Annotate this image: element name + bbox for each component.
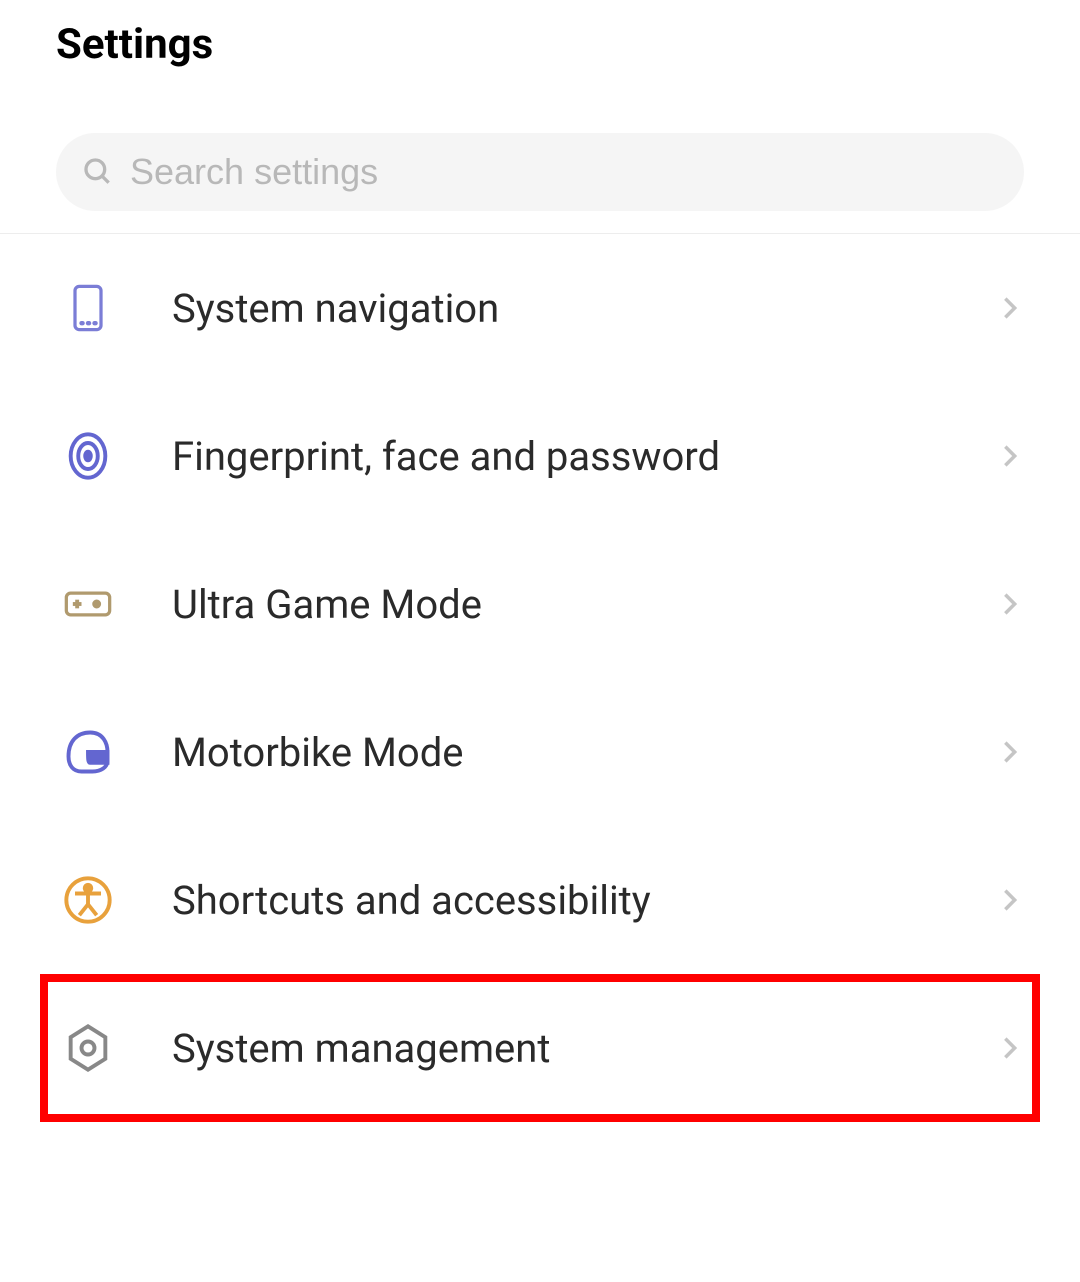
- chevron-right-icon: [996, 442, 1024, 470]
- settings-item-label: Fingerprint, face and password: [172, 433, 938, 480]
- fingerprint-icon: [62, 430, 114, 482]
- settings-item-label: System management: [172, 1025, 938, 1072]
- page-title: Settings: [56, 20, 1024, 69]
- search-icon: [82, 156, 114, 188]
- settings-item-accessibility[interactable]: Shortcuts and accessibility: [0, 826, 1080, 974]
- settings-item-system-management[interactable]: System management: [40, 974, 1040, 1122]
- settings-item-label: Ultra Game Mode: [172, 581, 938, 628]
- gamepad-icon: [62, 578, 114, 630]
- gear-hexagon-icon: [62, 1022, 114, 1074]
- settings-item-motorbike-mode[interactable]: Motorbike Mode: [0, 678, 1080, 826]
- search-input[interactable]: [130, 151, 998, 193]
- chevron-right-icon: [996, 590, 1024, 618]
- header: Settings: [0, 0, 1080, 99]
- accessibility-icon: [62, 874, 114, 926]
- phone-icon: [62, 282, 114, 334]
- chevron-right-icon: [996, 1034, 1024, 1062]
- helmet-icon: [62, 726, 114, 778]
- settings-item-ultra-game-mode[interactable]: Ultra Game Mode: [0, 530, 1080, 678]
- search-container: [0, 99, 1080, 211]
- settings-item-label: Motorbike Mode: [172, 729, 938, 776]
- settings-item-system-navigation[interactable]: System navigation: [0, 234, 1080, 382]
- settings-item-label: System navigation: [172, 285, 938, 332]
- chevron-right-icon: [996, 738, 1024, 766]
- search-box[interactable]: [56, 133, 1024, 211]
- chevron-right-icon: [996, 294, 1024, 322]
- settings-list: System navigation Fingerprint, face and …: [0, 234, 1080, 1122]
- chevron-right-icon: [996, 886, 1024, 914]
- settings-item-label: Shortcuts and accessibility: [172, 877, 938, 924]
- settings-item-fingerprint[interactable]: Fingerprint, face and password: [0, 382, 1080, 530]
